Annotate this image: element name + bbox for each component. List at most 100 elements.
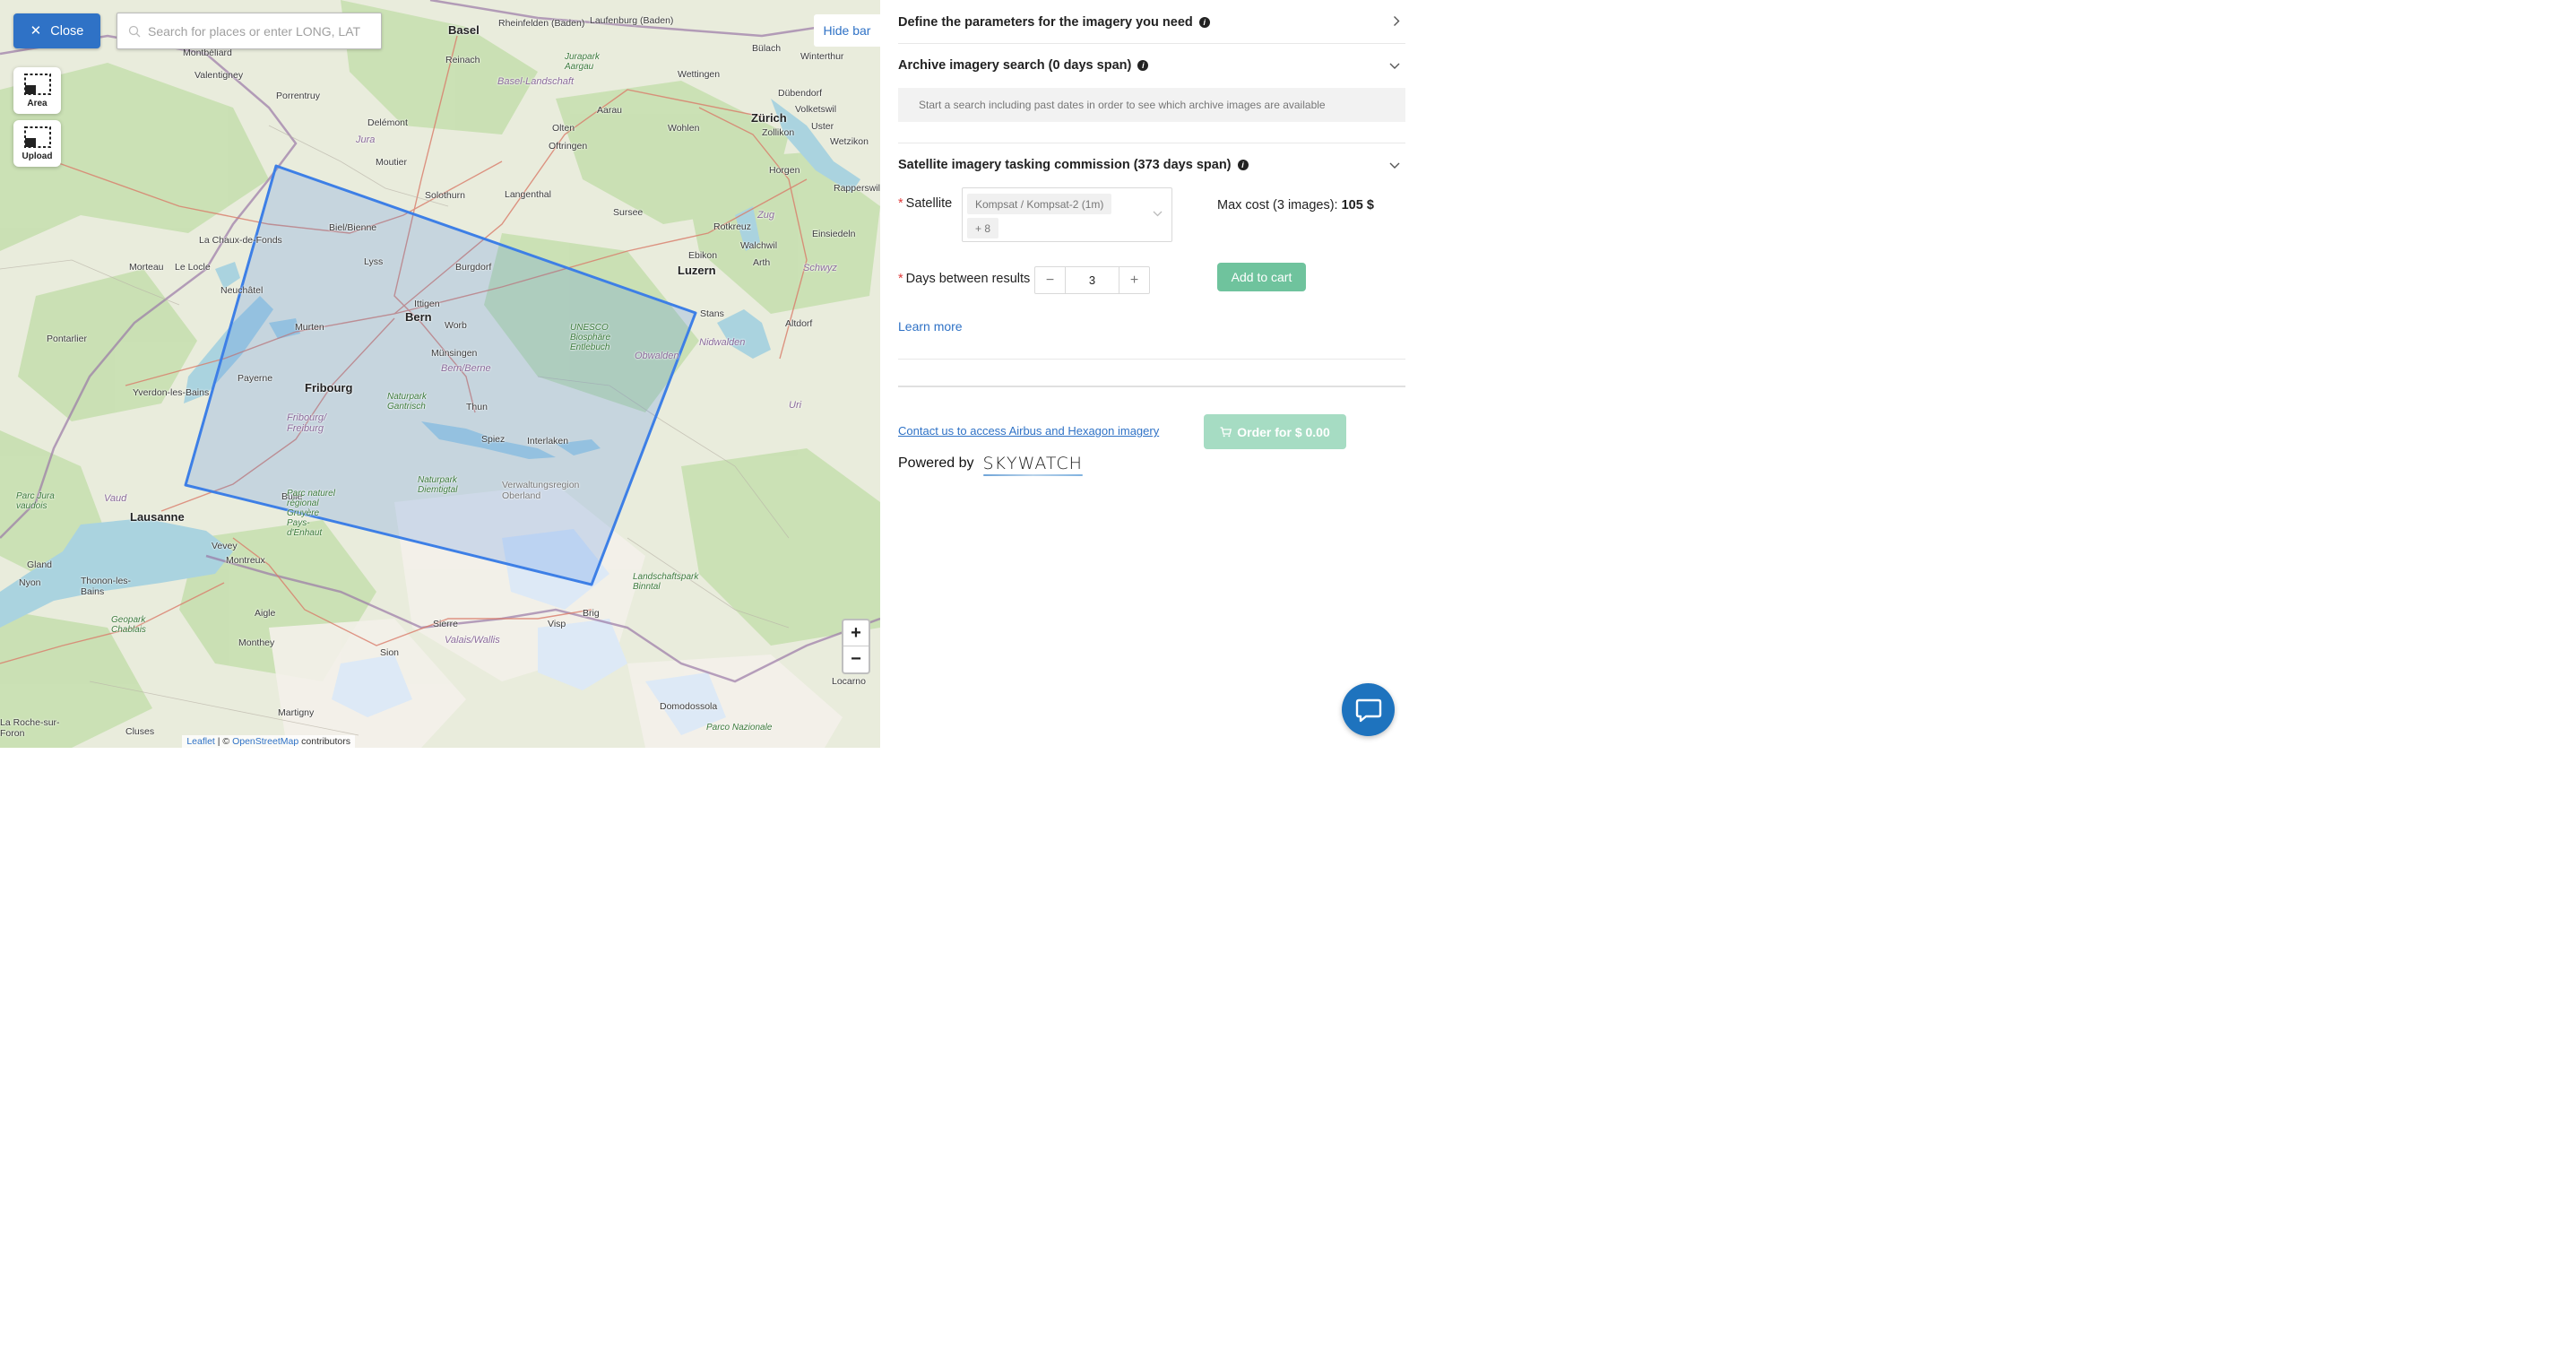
map-label-uster: Uster [811,121,834,132]
map-label-winterthur: Winterthur [800,51,844,62]
max-cost-value: 105 $ [1341,198,1374,212]
map-label-brig: Brig [583,608,600,619]
required-marker: * [898,196,903,211]
increment-button[interactable]: + [1119,267,1149,293]
map-background [0,0,880,748]
map-label-valentigney: Valentigney [194,70,244,81]
map-label-wettingen: Wettingen [678,69,721,80]
satellite-select[interactable]: Kompsat / Kompsat-2 (1m) + 8 [962,187,1172,242]
learn-more-link[interactable]: Learn more [898,319,963,334]
divider [898,386,1405,387]
hide-bar-button[interactable]: Hide bar [814,14,880,47]
add-to-cart-button[interactable]: Add to cart [1217,263,1306,291]
area-tool-button[interactable]: Area [13,67,61,114]
map-label-visp: Visp [548,619,566,629]
zoom-out-button[interactable]: − [843,646,869,672]
map-label-nidwalden: Nidwalden [699,337,746,348]
map-label-zollikon: Zollikon [762,127,795,138]
zoom-in-button[interactable]: + [843,620,869,646]
map-label-murten: Murten [295,322,324,333]
map-label-schwyz: Schwyz [803,263,837,273]
map-label-martigny: Martigny [278,707,315,718]
chevron-down-icon [1389,159,1400,172]
map-label-baselland: Basel-Landschaft [497,76,574,87]
info-icon[interactable]: i [1137,60,1149,71]
map-label-luzern: Luzern [678,264,716,277]
attribution-suffix: contributors [298,736,350,747]
search-icon [128,25,141,37]
required-marker: * [898,272,903,286]
skywatch-logo: SKYWATCH [982,454,1084,476]
archive-note: Start a search including past dates in o… [898,88,1405,122]
map-label-jura: Jura [356,134,376,145]
map-label-basel: Basel [448,23,480,37]
attribution-separator: | © [214,736,233,747]
map-label-chauxdefonds: La Chaux-de-Fonds [199,235,282,246]
map-label-unesco: UNESCO Biosphäre Entlebuch [570,323,611,352]
map-label-bern-region: Bern/Berne [441,363,491,374]
map-label-uri: Uri [789,400,802,411]
map-label-einsiedeln: Einsiedeln [812,229,856,239]
map-label-sierre: Sierre [433,619,459,629]
close-button[interactable]: ✕ Close [13,13,100,48]
map-label-nyon: Nyon [19,577,41,588]
map-label-fribourg-region: Fribourg/ Freiburg [287,412,327,434]
map-label-wetzikon: Wetzikon [830,136,869,147]
area-select-icon [23,73,51,95]
map-label-zug: Zug [757,210,774,221]
map-label-stans: Stans [700,308,724,319]
map-label-altdorf: Altdorf [785,318,813,329]
map-label-neuchatel: Neuchâtel [220,285,264,296]
days-input[interactable] [1065,267,1119,293]
info-icon[interactable]: i [1198,17,1210,28]
satellite-more-tag: + 8 [967,218,999,238]
map-label-langenthal: Langenthal [505,189,551,200]
chevron-right-icon [1393,16,1400,30]
leaflet-link[interactable]: Leaflet [186,736,215,747]
order-label: Order for $ 0.00 [1237,424,1330,439]
archive-search-header[interactable]: Archive imagery search (0 days span) i [898,56,1405,75]
map-label-solothurn: Solothurn [425,190,465,201]
map-label-rheinfelden: Rheinfelden (Baden) [498,18,585,29]
map[interactable]: Basel Bern Zürich Lausanne Fribourg Thun… [0,0,880,748]
close-icon: ✕ [30,23,42,39]
map-label-delemont: Delémont [367,117,408,128]
map-label-aarau: Aarau [597,105,623,116]
map-label-vevey: Vevey [212,541,238,551]
map-label-ebikon: Ebikon [688,250,718,261]
map-label-morteau: Morteau [129,262,164,273]
zoom-control: + − [842,619,870,674]
map-label-oftringen: Oftringen [549,141,588,152]
powered-by-label: Powered by [898,455,974,471]
map-label-horgen: Horgen [769,165,800,176]
define-parameters-header[interactable]: Define the parameters for the imagery yo… [898,13,1405,32]
map-label-munsingen: Münsingen [431,348,478,359]
map-label-yverdon: Yverdon-les-Bains [133,387,210,398]
area-tool-label: Area [27,98,48,108]
map-label-walchwil: Walchwil [740,240,778,251]
decrement-button[interactable]: − [1035,267,1065,293]
chat-button[interactable] [1342,683,1395,736]
contact-link[interactable]: Contact us to access Airbus and Hexagon … [898,424,1159,438]
days-label: Days between results [905,272,1031,286]
map-label-diemtigtal: Naturpark Diemtigtal [418,475,458,495]
search-input[interactable] [148,23,372,39]
map-label-monthey: Monthey [238,637,275,648]
order-button[interactable]: Order for $ 0.00 [1204,414,1346,449]
map-label-parco: Parco Nazionale [706,723,773,733]
upload-tool-button[interactable]: Upload [13,120,61,167]
map-label-thonon: Thonon-les- Bains [81,576,132,597]
chevron-down-icon [1389,59,1400,73]
upload-tool-label: Upload [22,151,53,161]
tasking-header[interactable]: Satellite imagery tasking commission (37… [898,155,1405,175]
map-label-laufenburg: Laufenburg (Baden) [590,15,674,26]
osm-link[interactable]: OpenStreetMap [232,736,298,747]
map-label-sursee: Sursee [613,207,644,218]
max-cost-label: Max cost (3 images): [1217,198,1338,212]
map-label-lausanne: Lausanne [130,510,185,524]
map-label-arth: Arth [753,257,771,268]
map-label-zurich: Zürich [751,111,787,125]
map-label-payerne: Payerne [238,373,273,384]
search-box[interactable] [117,13,382,49]
info-icon[interactable]: i [1237,160,1249,170]
